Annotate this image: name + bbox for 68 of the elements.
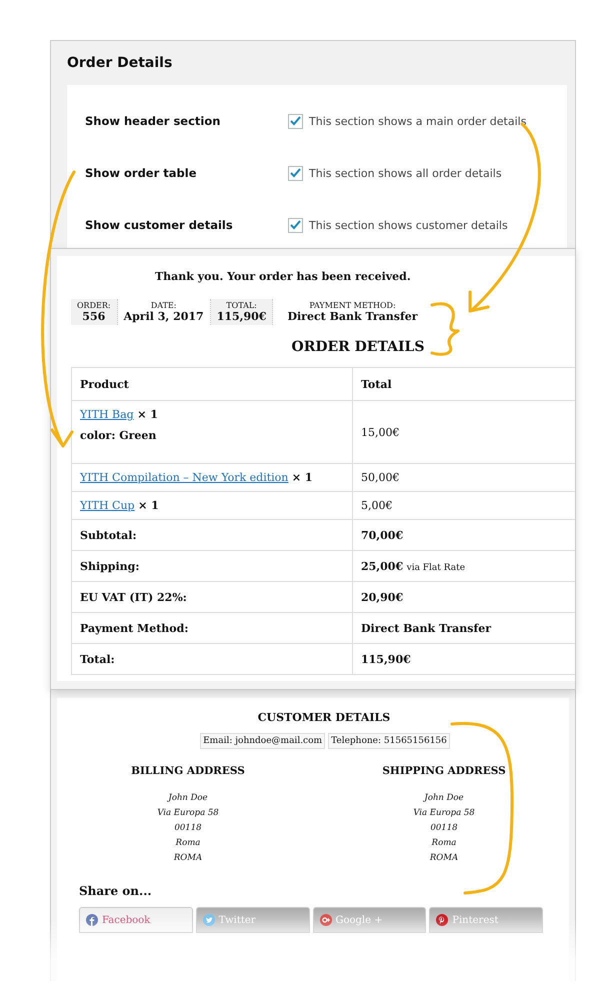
shipping-note: via Flat Rate <box>406 562 466 572</box>
setting-label: Show header section <box>85 114 222 128</box>
total-value: Direct Bank Transfer <box>361 622 492 634</box>
table-cell: 5,00€ <box>352 492 575 520</box>
brace-drawing <box>430 302 460 356</box>
section-heading: CUSTOMER DETAILS <box>256 711 392 724</box>
share-heading: Share on... <box>79 884 153 898</box>
total-value: 70,00€ <box>361 528 404 542</box>
facebook-icon <box>86 914 98 926</box>
address-line: ROMA <box>430 852 458 865</box>
thank-you-message: Thank you. Your order has been received. <box>155 270 412 283</box>
meta-label: TOTAL: <box>226 301 257 310</box>
setting-description: This section shows all order details <box>309 166 502 180</box>
variation-text: color: Green <box>80 429 158 442</box>
share-button[interactable]: Google + <box>312 907 426 933</box>
share-button[interactable]: Twitter <box>196 907 310 933</box>
google-icon <box>320 914 332 926</box>
meta-value: 115,90€ <box>216 310 266 323</box>
share-button[interactable]: Facebook <box>79 907 193 933</box>
table-cell: Shipping: <box>72 550 352 582</box>
checkbox[interactable] <box>288 218 303 232</box>
table-cell: Total: <box>72 644 352 674</box>
meta-value: Direct Bank Transfer <box>287 310 418 323</box>
contact-info: Email: johndoe@mail.com <box>200 733 326 749</box>
checkbox[interactable] <box>288 114 303 128</box>
quantity-text: × 1 <box>292 471 313 484</box>
share-button[interactable]: Pinterest <box>429 907 543 933</box>
total-value: 20,90€ <box>361 590 404 604</box>
contact-info: Telephone: 51565156156 <box>328 733 450 749</box>
address-line: 00118 <box>174 822 202 835</box>
meta-value: April 3, 2017 <box>124 310 204 323</box>
address-line: Via Europa 58 <box>157 807 219 820</box>
panel-title: Order Details <box>67 55 174 71</box>
address-heading: BILLING ADDRESS <box>131 765 245 777</box>
meta-value: 556 <box>82 310 106 323</box>
column-header: Total <box>352 368 575 400</box>
table-cell: 15,00€ <box>352 400 575 464</box>
meta-label: PAYMENT METHOD: <box>309 301 396 310</box>
checkbox[interactable] <box>288 166 303 180</box>
pinterest-icon <box>436 914 448 926</box>
twitter-icon <box>202 914 215 926</box>
address-line: Roma <box>432 837 456 850</box>
product-link[interactable]: YITH Bag <box>80 408 134 421</box>
setting-description: This section shows customer details <box>309 218 508 232</box>
setting-description: This section shows a main order details <box>309 114 526 128</box>
quantity-text: × 1 <box>137 408 158 421</box>
meta-label: DATE: <box>150 301 176 310</box>
address-heading: SHIPPING ADDRESS <box>382 765 506 777</box>
address-line: Via Europa 58 <box>413 807 475 820</box>
address-line: Roma <box>176 837 200 850</box>
table-cell: EU VAT (IT) 22%: <box>72 582 352 612</box>
address-line: ROMA <box>174 852 202 865</box>
table-cell: Payment Method: <box>72 612 352 644</box>
meta-label: ORDER: <box>77 301 111 310</box>
quantity-text: × 1 <box>138 499 159 512</box>
setting-label: Show order table <box>85 166 198 180</box>
address-line: John Doe <box>168 792 208 805</box>
column-header: Product <box>72 368 352 400</box>
product-link[interactable]: YITH Cup <box>80 499 135 512</box>
setting-label: Show customer details <box>85 218 234 232</box>
section-heading: ORDER DETAILS <box>290 339 426 355</box>
total-value: 25,00€ <box>361 560 404 572</box>
address-line: 00118 <box>430 822 458 835</box>
table-cell: 50,00€ <box>352 464 575 492</box>
product-link[interactable]: YITH Compilation – New York edition <box>80 471 288 484</box>
table-cell: Subtotal: <box>72 520 352 550</box>
total-value: 115,90€ <box>361 652 411 666</box>
address-line: John Doe <box>424 792 464 805</box>
